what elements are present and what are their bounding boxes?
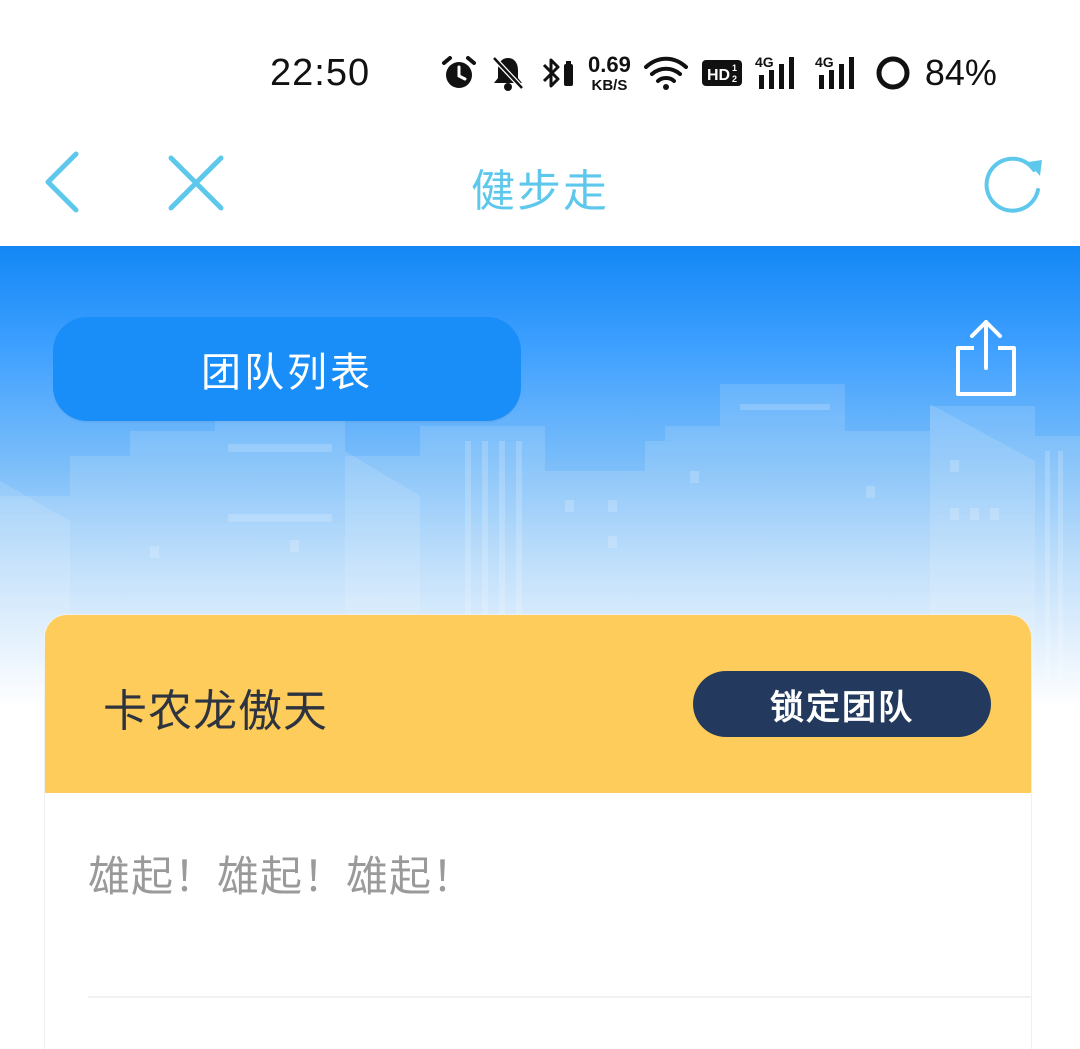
team-list-button[interactable]: 团队列表 — [53, 317, 521, 421]
svg-text:HD: HD — [707, 67, 730, 84]
battery-ring-icon — [876, 56, 910, 90]
status-time: 22:50 — [270, 52, 371, 94]
refresh-icon — [984, 156, 1042, 213]
wifi-icon — [643, 56, 688, 90]
nav-bar: 健步走 — [0, 120, 1080, 246]
hd-icon: HD 1 2 — [701, 60, 742, 86]
alarm-icon — [442, 56, 476, 88]
refresh-button[interactable] — [978, 150, 1048, 214]
team-card-header: 卡农龙傲天 锁定团队 — [45, 615, 1031, 793]
battery-percent: 84% — [924, 52, 997, 93]
share-icon — [956, 320, 1016, 396]
net-speed: 0.69 KB/S — [588, 51, 631, 94]
svg-text:2: 2 — [732, 74, 737, 84]
divider — [88, 996, 1031, 998]
signal-4g-icon: 4G — [815, 54, 854, 89]
signal-4g-icon: 4G — [755, 54, 794, 89]
net-speed-unit: KB/S — [591, 76, 628, 94]
status-bar: 22:50 0.69 KB/S HD 1 2 4G 4G 84% — [0, 0, 1080, 120]
svg-text:4G: 4G — [755, 54, 774, 70]
page-title: 健步走 — [471, 166, 609, 217]
bluetooth-icon — [542, 58, 573, 88]
page: 22:50 0.69 KB/S HD 1 2 4G 4G 84% 健步走 团队列… — [0, 0, 1080, 1049]
status-icons: 0.69 KB/S HD 1 2 4G 4G 84% — [440, 48, 997, 98]
mute-bell-icon — [492, 56, 524, 91]
share-button[interactable] — [950, 318, 1022, 398]
team-slogan: 雄起！雄起！雄起！ — [88, 852, 476, 901]
net-speed-value: 0.69 — [588, 51, 631, 77]
team-name: 卡农龙傲天 — [103, 686, 328, 737]
svg-text:1: 1 — [732, 63, 737, 73]
team-card: 卡农龙傲天 锁定团队 雄起！雄起！雄起！ — [45, 615, 1031, 1049]
svg-text:4G: 4G — [815, 54, 834, 70]
lock-team-button[interactable]: 锁定团队 — [693, 671, 991, 737]
